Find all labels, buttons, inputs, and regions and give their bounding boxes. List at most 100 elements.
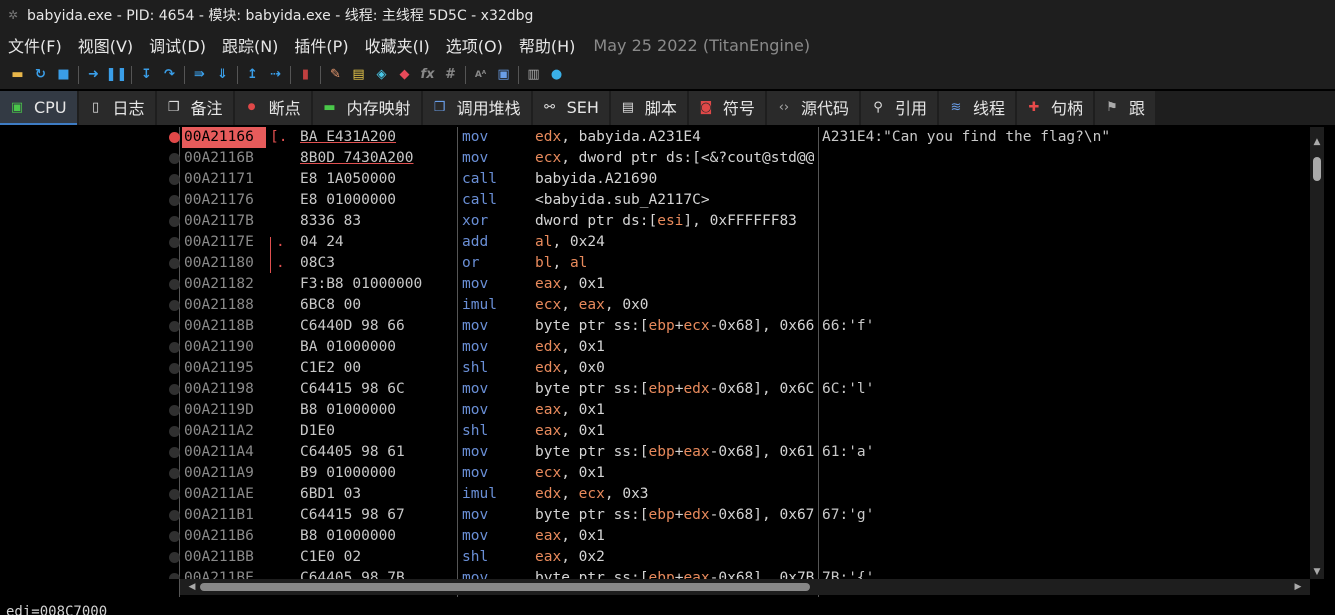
- tab-symbols[interactable]: ◙ 符号: [688, 91, 765, 125]
- breakpoint-toggle[interactable]: [169, 510, 180, 521]
- menu-plugins[interactable]: 插件(P): [286, 33, 356, 57]
- disassembly-row[interactable]: 00A21180. 08C3 or bl, al: [0, 253, 1310, 274]
- breakpoint-toggle[interactable]: [169, 321, 180, 332]
- breakpoint-toggle[interactable]: [169, 279, 180, 290]
- run-icon[interactable]: ➜: [82, 64, 105, 86]
- notes-icon[interactable]: ▥: [522, 64, 545, 86]
- breakpoint-toggle[interactable]: [169, 153, 180, 164]
- tab-trace[interactable]: ⚑ 跟: [1095, 91, 1156, 125]
- disassembly-row[interactable]: 00A21182 F3:B8 01000000 mov eax, 0x1: [0, 274, 1310, 295]
- breakpoint-toggle[interactable]: [169, 195, 180, 206]
- instruction-operands: babyida.A21690: [535, 171, 658, 187]
- tab-threads[interactable]: ≋ 线程: [938, 91, 1015, 125]
- menu-favourites[interactable]: 收藏夹(I): [357, 33, 438, 57]
- breakpoint-toggle[interactable]: [169, 174, 180, 185]
- tab-memory-map[interactable]: ▬ 内存映射: [312, 91, 421, 125]
- tab-seh[interactable]: ⚯ SEH: [532, 91, 609, 125]
- breakpoint-toggle[interactable]: [169, 237, 180, 248]
- disassembly-row[interactable]: 00A21176 E8 01000000 call <babyida.sub_A211…: [0, 190, 1310, 211]
- breakpoint-toggle[interactable]: [169, 300, 180, 311]
- disassembly-row[interactable]: 00A211BE C64405 98 7B mov byte ptr ss:[ebp+…: [0, 568, 1310, 579]
- menu-debug[interactable]: 调试(D): [141, 33, 214, 57]
- pause-icon[interactable]: ❚❚: [105, 64, 128, 86]
- bookmarks-icon[interactable]: ◆: [393, 64, 416, 86]
- disassembly-row[interactable]: 00A2116B 8B0D 7430A200 mov ecx, dword ptr d…: [0, 148, 1310, 169]
- calculator-icon[interactable]: ▣: [492, 64, 515, 86]
- labels-icon[interactable]: ◈: [370, 64, 393, 86]
- breakpoint-toggle[interactable]: [169, 573, 180, 579]
- notes-icon: ❐: [167, 99, 180, 115]
- strings-icon[interactable]: Aᴬ: [469, 64, 492, 86]
- menu-trace[interactable]: 跟踪(N): [214, 33, 286, 57]
- vertical-scrollbar[interactable]: ▲ ▼: [1310, 127, 1324, 579]
- horizontal-scrollbar[interactable]: ◀ ▶: [180, 579, 1310, 595]
- execute-till-return-icon[interactable]: ↥: [241, 64, 264, 86]
- disassembly-row[interactable]: 00A211A2 D1E0 shl eax, 0x1: [0, 421, 1310, 442]
- trace-over-icon[interactable]: ⇓: [211, 64, 234, 86]
- patch-icon[interactable]: ✎: [324, 64, 347, 86]
- breakpoint-toggle[interactable]: [169, 447, 180, 458]
- tab-notes[interactable]: ❐ 备注: [156, 91, 233, 125]
- functions-icon[interactable]: fx: [416, 64, 439, 86]
- disassembly-row[interactable]: 00A21190 BA 01000000 mov edx, 0x1: [0, 337, 1310, 358]
- breakpoint-toggle[interactable]: [169, 384, 180, 395]
- tab-references[interactable]: ⚲ 引用: [860, 91, 937, 125]
- instruction-bytes: BA E431A200: [300, 129, 397, 145]
- trace-into-icon[interactable]: ⇛: [188, 64, 211, 86]
- disassembly-row[interactable]: 00A2117B 8336 83 xor dword ptr ds:[esi], 0x…: [0, 211, 1310, 232]
- menu-options[interactable]: 选项(O): [438, 33, 511, 57]
- scroll-down-icon[interactable]: ▼: [1310, 565, 1324, 579]
- breakpoint-toggle[interactable]: [169, 216, 180, 227]
- breakpoint-toggle[interactable]: [169, 258, 180, 269]
- disassembly-row[interactable]: 00A21171 E8 1A050000 call babyida.A21690: [0, 169, 1310, 190]
- breakpoint-toggle[interactable]: [169, 468, 180, 479]
- run-to-user-code-icon[interactable]: ⇢: [264, 64, 287, 86]
- breakpoint-toggle[interactable]: [169, 426, 180, 437]
- tab-cpu[interactable]: ▣ CPU: [0, 91, 77, 125]
- disassembly-row[interactable]: 00A211AE 6BD1 03 imul edx, ecx, 0x3: [0, 484, 1310, 505]
- tab-log[interactable]: ▯ 日志: [78, 91, 155, 125]
- breakpoint-toggle[interactable]: [169, 405, 180, 416]
- tab-script[interactable]: ▤ 脚本: [610, 91, 687, 125]
- breakpoint-toggle[interactable]: [169, 132, 180, 143]
- tab-source[interactable]: ‹› 源代码: [766, 91, 859, 125]
- disassembly-row[interactable]: 00A2119D B8 01000000 mov eax, 0x1: [0, 400, 1310, 421]
- menu-file[interactable]: 文件(F): [0, 33, 70, 57]
- horizontal-scroll-thumb[interactable]: [200, 583, 810, 591]
- disassembly-row[interactable]: 00A21188 6BC8 00 imul ecx, eax, 0x0: [0, 295, 1310, 316]
- step-over-icon[interactable]: ↷: [158, 64, 181, 86]
- globe-icon[interactable]: ●: [545, 64, 568, 86]
- breakpoint-toggle[interactable]: [169, 552, 180, 563]
- menu-view[interactable]: 视图(V): [70, 33, 141, 57]
- disassembly-row[interactable]: 00A21195 C1E2 00 shl edx, 0x0: [0, 358, 1310, 379]
- vertical-scroll-thumb[interactable]: [1313, 157, 1321, 181]
- open-icon[interactable]: ▬: [6, 64, 29, 86]
- disassembly-row[interactable]: 00A21166 [. BA E431A200 mov edx, babyida.A23…: [0, 127, 1310, 148]
- breakpoint-toggle[interactable]: [169, 342, 180, 353]
- breakpoint-toggle[interactable]: [169, 531, 180, 542]
- disassembly-row[interactable]: 00A211A4 C64405 98 61 mov byte ptr ss:[ebp+…: [0, 442, 1310, 463]
- tab-breakpoints[interactable]: ● 断点: [234, 91, 311, 125]
- scroll-right-icon[interactable]: ▶: [1290, 579, 1306, 595]
- disassembly-row[interactable]: 00A211A9 B9 01000000 mov ecx, 0x1: [0, 463, 1310, 484]
- stop-icon[interactable]: ■: [52, 64, 75, 86]
- tab-call-stack[interactable]: ❒ 调用堆栈: [422, 91, 531, 125]
- disassembly-row[interactable]: 00A211BB C1E0 02 shl eax, 0x2: [0, 547, 1310, 568]
- step-into-icon[interactable]: ↧: [135, 64, 158, 86]
- disassembly-row[interactable]: 00A211B1 C64415 98 67 mov byte ptr ss:[ebp+…: [0, 505, 1310, 526]
- scylla-icon[interactable]: ▮: [294, 64, 317, 86]
- scroll-left-icon[interactable]: ◀: [184, 579, 200, 595]
- disassembly-row[interactable]: 00A2117E. 04 24 add al, 0x24: [0, 232, 1310, 253]
- comments-icon[interactable]: ▤: [347, 64, 370, 86]
- disassembly-row[interactable]: 00A2118B C6440D 98 66 mov byte ptr ss:[ebp+…: [0, 316, 1310, 337]
- tab-handles[interactable]: ✚ 句柄: [1016, 91, 1093, 125]
- scroll-up-icon[interactable]: ▲: [1310, 135, 1324, 149]
- disassembly-row[interactable]: 00A211B6 B8 01000000 mov eax, 0x1: [0, 526, 1310, 547]
- menu-help[interactable]: 帮助(H): [511, 33, 584, 57]
- hash-icon[interactable]: #: [439, 64, 462, 86]
- disassembly-row[interactable]: 00A21198 C64415 98 6C mov byte ptr ss:[ebp+…: [0, 379, 1310, 400]
- breakpoint-toggle[interactable]: [169, 363, 180, 374]
- restart-icon[interactable]: ↻: [29, 64, 52, 86]
- disassembly-view[interactable]: 00A21166 [. BA E431A200 mov edx, babyida.A23…: [0, 127, 1335, 597]
- breakpoint-toggle[interactable]: [169, 489, 180, 500]
